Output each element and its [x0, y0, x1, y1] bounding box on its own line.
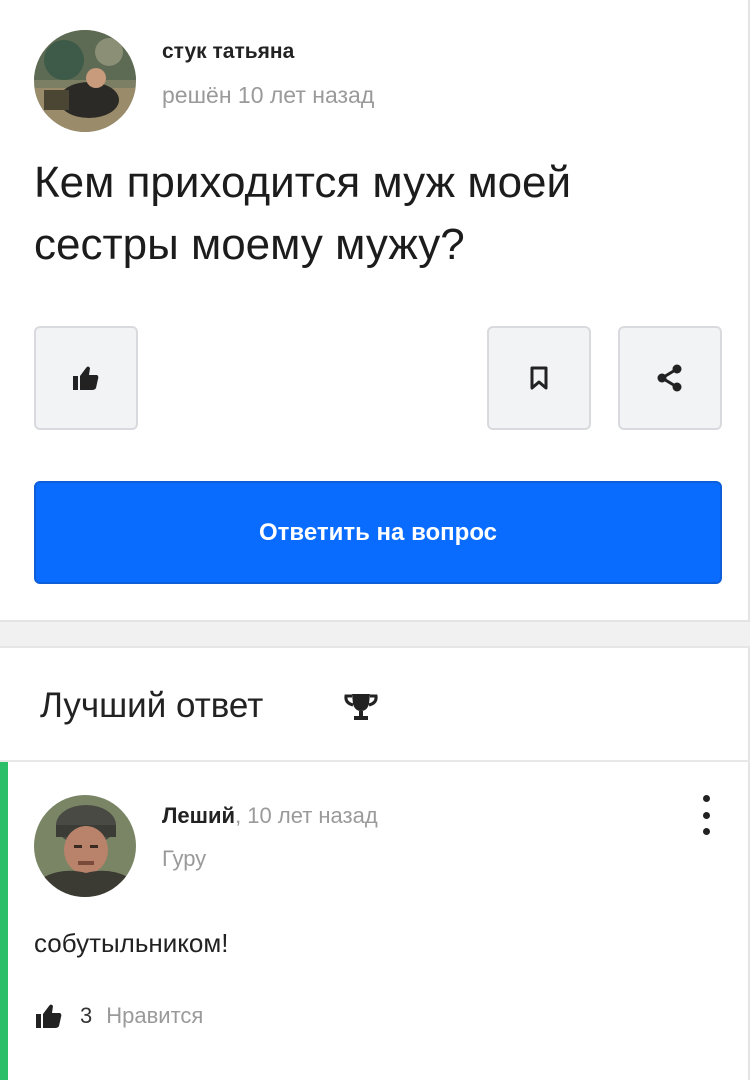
thumbs-up-icon: [73, 366, 99, 390]
answer-author-name[interactable]: Леший: [162, 803, 235, 828]
like-label: Нравится: [106, 1003, 204, 1028]
answer-text: собутыльником!: [34, 928, 229, 958]
menu-dot: [702, 811, 710, 819]
best-answer-indicator: [0, 762, 8, 1080]
like-question-button[interactable]: [34, 326, 138, 430]
answer-time: , 10 лет назад: [235, 803, 378, 828]
question-title: Кем приходится муж моей сестры моему муж…: [34, 158, 572, 269]
answer-author-rank: Гуру: [162, 846, 207, 871]
section-gap: [0, 622, 750, 646]
like-count: 3: [80, 1003, 93, 1028]
best-answer-header: Лучший ответ: [40, 686, 264, 725]
answer-author-avatar[interactable]: [34, 795, 136, 897]
trophy-icon: [344, 694, 378, 720]
answer-author-line: Леший, 10 лет назад: [162, 803, 378, 829]
share-button[interactable]: [618, 326, 722, 430]
like-answer-button[interactable]: 3 Нравится: [34, 1003, 203, 1029]
best-answer-divider: [0, 760, 750, 762]
thumbs-up-icon: [36, 1004, 62, 1028]
share-icon: [657, 364, 682, 392]
menu-dot: [702, 828, 710, 835]
question-author-avatar[interactable]: [34, 30, 136, 132]
question-author-name[interactable]: стук татьяна: [162, 40, 294, 64]
question-status: решён 10 лет назад: [162, 82, 375, 108]
answer-question-button[interactable]: Ответить на вопрос: [34, 481, 722, 584]
bookmark-button[interactable]: [487, 326, 591, 430]
more-vertical-icon[interactable]: [694, 795, 718, 835]
bookmark-icon: [530, 366, 548, 390]
menu-dot: [702, 795, 710, 802]
